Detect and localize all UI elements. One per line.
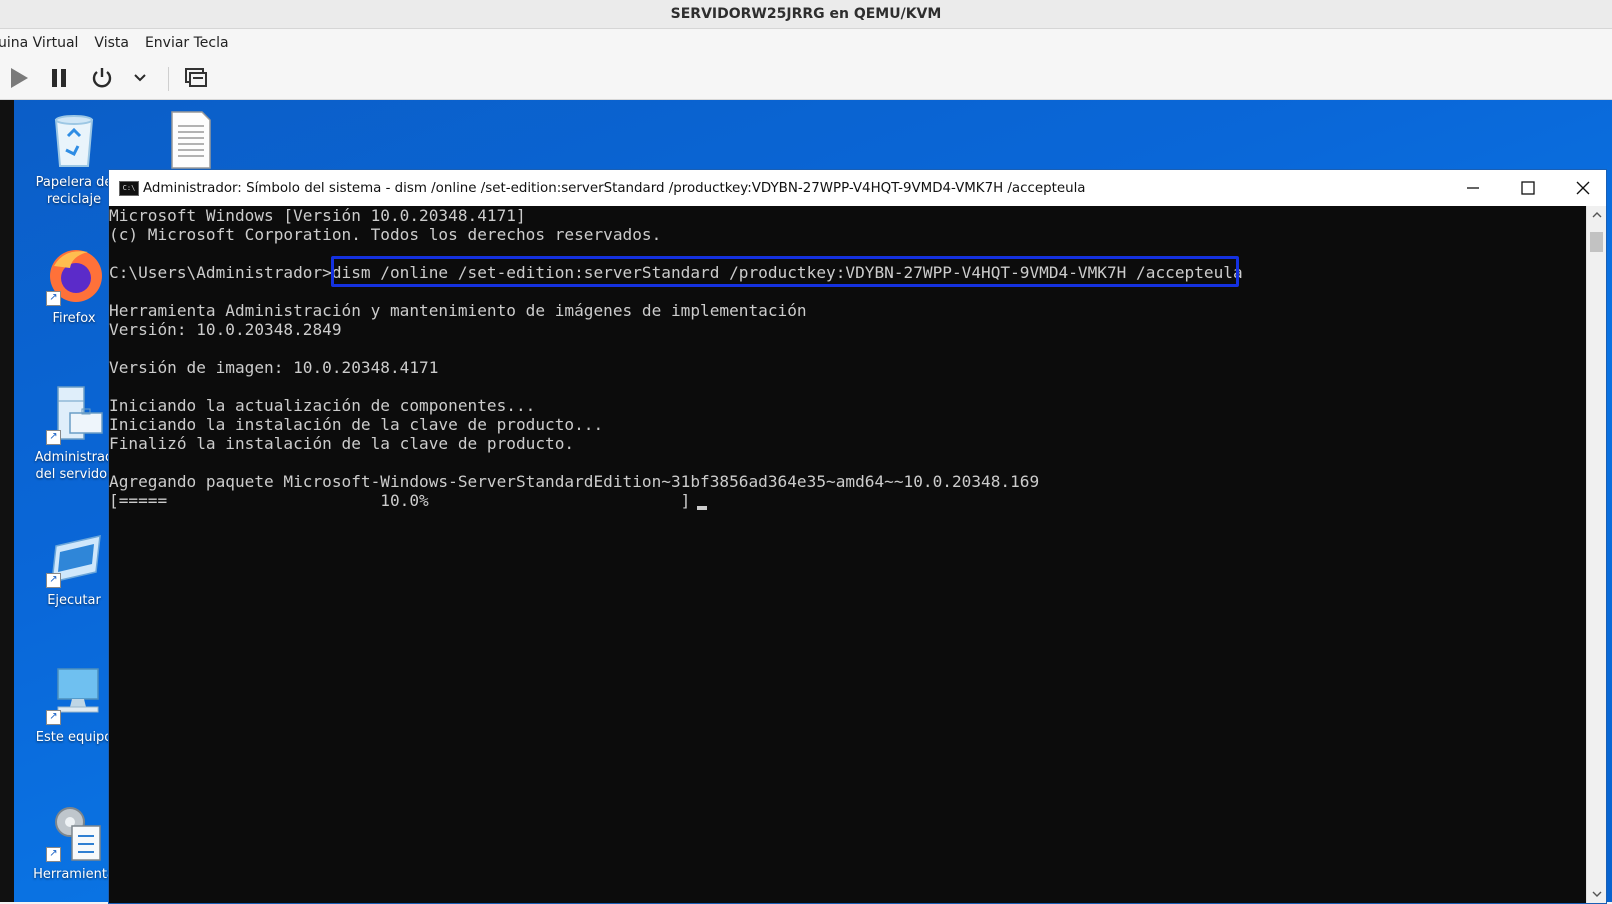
console-line: Agregando paquete Microsoft-Windows-Serv… <box>109 472 1040 491</box>
chevron-up-icon <box>1592 212 1601 218</box>
chevron-down-icon <box>134 74 146 82</box>
shortcut-arrow-icon: ↗ <box>46 573 61 588</box>
recycle-bin-icon <box>54 115 94 167</box>
console-scrollbar[interactable] <box>1586 206 1606 903</box>
text-cursor <box>697 506 707 510</box>
pause-button[interactable] <box>46 65 72 91</box>
close-button[interactable] <box>1555 170 1610 206</box>
console-line: Versión: 10.0.20348.2849 <box>109 320 342 339</box>
shortcut-arrow-icon: ↗ <box>46 847 61 862</box>
console-line: Versión de imagen: 10.0.20348.4171 <box>109 358 439 377</box>
console-icon <box>185 68 207 87</box>
console-line: Iniciando la actualización de componente… <box>109 396 536 415</box>
console-button[interactable] <box>182 65 210 91</box>
close-icon <box>1576 181 1589 195</box>
power-button[interactable] <box>88 65 116 91</box>
host-toolbar <box>0 57 1612 100</box>
power-icon <box>92 68 112 88</box>
text-document-icon <box>171 111 211 169</box>
shortcut-arrow-icon: ↗ <box>46 430 61 445</box>
console-line: Finalizó la instalación de la clave de p… <box>109 434 575 453</box>
console-progress-line: [===== 10.0% ] <box>109 491 701 510</box>
chevron-down-icon <box>1592 891 1601 897</box>
shortcut-arrow-icon: ↗ <box>46 291 61 306</box>
cmd-window-title: Administrador: Símbolo del sistema - dis… <box>143 180 1086 196</box>
maximize-button[interactable] <box>1500 170 1555 206</box>
command-highlight-box <box>331 256 1239 287</box>
console-line: Herramienta Administración y mantenimien… <box>109 301 807 320</box>
minimize-button[interactable] <box>1445 170 1500 206</box>
host-title-text: SERVIDORW25JRRG en QEMU/KVM <box>670 6 942 22</box>
play-button[interactable] <box>6 65 32 91</box>
console-output[interactable]: Microsoft Windows [Versión 10.0.20348.41… <box>109 206 1587 903</box>
menu-maquina-virtual[interactable]: uina Virtual <box>0 35 78 51</box>
scroll-thumb[interactable] <box>1590 232 1603 252</box>
menu-enviar-tecla[interactable]: Enviar Tecla <box>145 35 229 51</box>
power-menu-button[interactable] <box>128 65 152 91</box>
minimize-icon <box>1466 187 1479 189</box>
cmd-window[interactable]: C:\ Administrador: Símbolo del sistema -… <box>108 169 1607 904</box>
cmd-titlebar[interactable]: C:\ Administrador: Símbolo del sistema -… <box>109 170 1606 206</box>
console-line: Iniciando la instalación de la clave de … <box>109 415 604 434</box>
cmd-app-icon[interactable]: C:\ <box>119 181 139 196</box>
host-window-title: SERVIDORW25JRRG en QEMU/KVM <box>0 0 1612 29</box>
pause-icon <box>52 69 66 87</box>
console-line: (c) Microsoft Corporation. Todos los der… <box>109 225 662 244</box>
desktop-icon-document[interactable] <box>142 110 238 174</box>
maximize-icon <box>1520 181 1535 195</box>
scroll-down-button[interactable] <box>1587 886 1606 903</box>
console-line: Microsoft Windows [Versión 10.0.20348.41… <box>109 206 526 225</box>
scroll-up-button[interactable] <box>1587 206 1606 223</box>
toolbar-separator <box>168 67 169 91</box>
host-menubar: uina Virtual Vista Enviar Tecla <box>0 29 1612 57</box>
shortcut-arrow-icon: ↗ <box>46 710 61 725</box>
menu-vista[interactable]: Vista <box>94 35 129 51</box>
play-icon <box>11 68 28 88</box>
